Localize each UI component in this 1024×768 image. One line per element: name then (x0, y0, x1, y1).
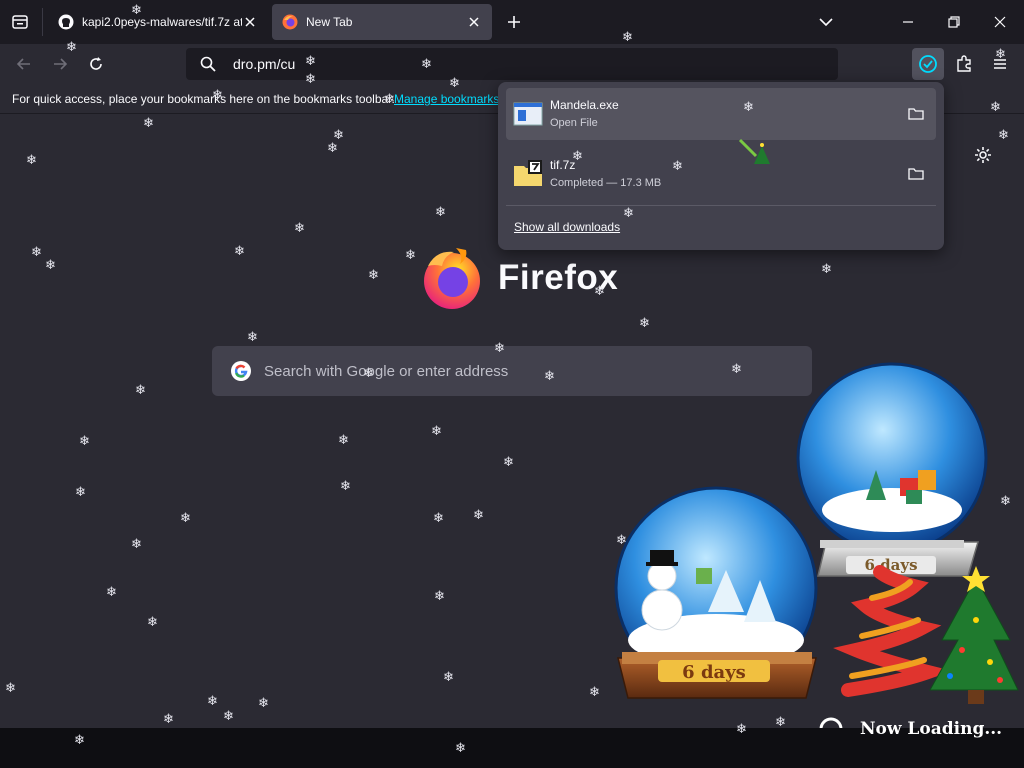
snowflake-icon: ❄ (45, 257, 56, 272)
snowflake-icon: ❄ (639, 315, 650, 330)
snowflake-icon: ❄ (305, 53, 316, 68)
snowflake-icon: ❄ (473, 507, 484, 522)
snowflake-icon: ❄ (731, 361, 742, 376)
snowflake-icon: ❄ (434, 588, 445, 603)
loading-text: Now Loading... (860, 719, 1003, 739)
globe-left-label: 6 days (682, 662, 746, 683)
snowflake-icon: ❄ (368, 267, 379, 282)
snowflake-icon: ❄ (305, 71, 316, 86)
snowflake-icon: ❄ (338, 432, 349, 447)
snowflake-icon: ❄ (143, 115, 154, 130)
snowflake-icon: ❄ (544, 368, 555, 383)
snowflake-icon: ❄ (223, 708, 234, 723)
snowflake-icon: ❄ (589, 684, 600, 699)
snowflake-icon: ❄ (340, 478, 351, 493)
snowflake-icon: ❄ (672, 158, 683, 173)
snowflake-icon: ❄ (258, 695, 269, 710)
snowflake-icon: ❄ (503, 454, 514, 469)
snowflake-icon: ❄ (5, 680, 16, 695)
snowflake-icon: ❄ (1000, 493, 1011, 508)
snowflake-icon: ❄ (572, 148, 583, 163)
snowflake-icon: ❄ (743, 99, 754, 114)
snowflake-icon: ❄ (163, 711, 174, 726)
snowflake-icon: ❄ (74, 732, 85, 747)
snowflake-icon: ❄ (247, 329, 258, 344)
cursor-tree-icon (738, 138, 770, 164)
snowflake-icon: ❄ (207, 693, 218, 708)
snowflake-icon: ❄ (66, 39, 77, 54)
snowflake-icon: ❄ (75, 484, 86, 499)
snowflake-icon: ❄ (998, 127, 1009, 142)
snowflake-icon: ❄ (435, 204, 446, 219)
snowflake-icon: ❄ (106, 584, 117, 599)
snowflake-icon: ❄ (212, 87, 223, 102)
snowflake-icon: ❄ (623, 205, 634, 220)
snowflake-icon: ❄ (180, 510, 191, 525)
snowflake-icon: ❄ (363, 365, 374, 380)
snowflake-icon: ❄ (384, 91, 395, 106)
snowflake-icon: ❄ (327, 140, 338, 155)
snowflake-icon: ❄ (433, 510, 444, 525)
spiral-tree (833, 565, 953, 697)
snowflake-icon: ❄ (995, 46, 1006, 61)
snowflake-icon: ❄ (431, 423, 442, 438)
snowflake-icon: ❄ (990, 99, 1001, 114)
snowflake-icon: ❄ (494, 340, 505, 355)
snowflake-icon: ❄ (449, 75, 460, 90)
snowflake-icon: ❄ (405, 247, 416, 262)
snowflake-icon: ❄ (775, 714, 786, 729)
snowflake-icon: ❄ (131, 536, 142, 551)
snowflake-icon: ❄ (294, 220, 305, 235)
snowflake-icon: ❄ (79, 433, 90, 448)
snowflake-icon: ❄ (234, 243, 245, 258)
snowflake-icon: ❄ (147, 614, 158, 629)
snowflake-icon: ❄ (26, 152, 37, 167)
snowflake-icon: ❄ (135, 382, 146, 397)
snowflake-icon: ❄ (622, 29, 633, 44)
snowflake-icon: ❄ (443, 669, 454, 684)
snowflake-icon: ❄ (821, 261, 832, 276)
snow-globe-right: 6 days (796, 362, 988, 577)
snowflake-icon: ❄ (736, 721, 747, 736)
snowflake-icon: ❄ (455, 740, 466, 755)
snowflake-icon: ❄ (616, 532, 627, 547)
snowflake-icon: ❄ (31, 244, 42, 259)
snow-globe-left: 6 days (614, 486, 818, 699)
snowflake-icon: ❄ (421, 56, 432, 71)
snowflake-icon: ❄ (594, 283, 605, 298)
snowflake-icon: ❄ (131, 2, 142, 17)
christmas-tree (929, 566, 1019, 704)
